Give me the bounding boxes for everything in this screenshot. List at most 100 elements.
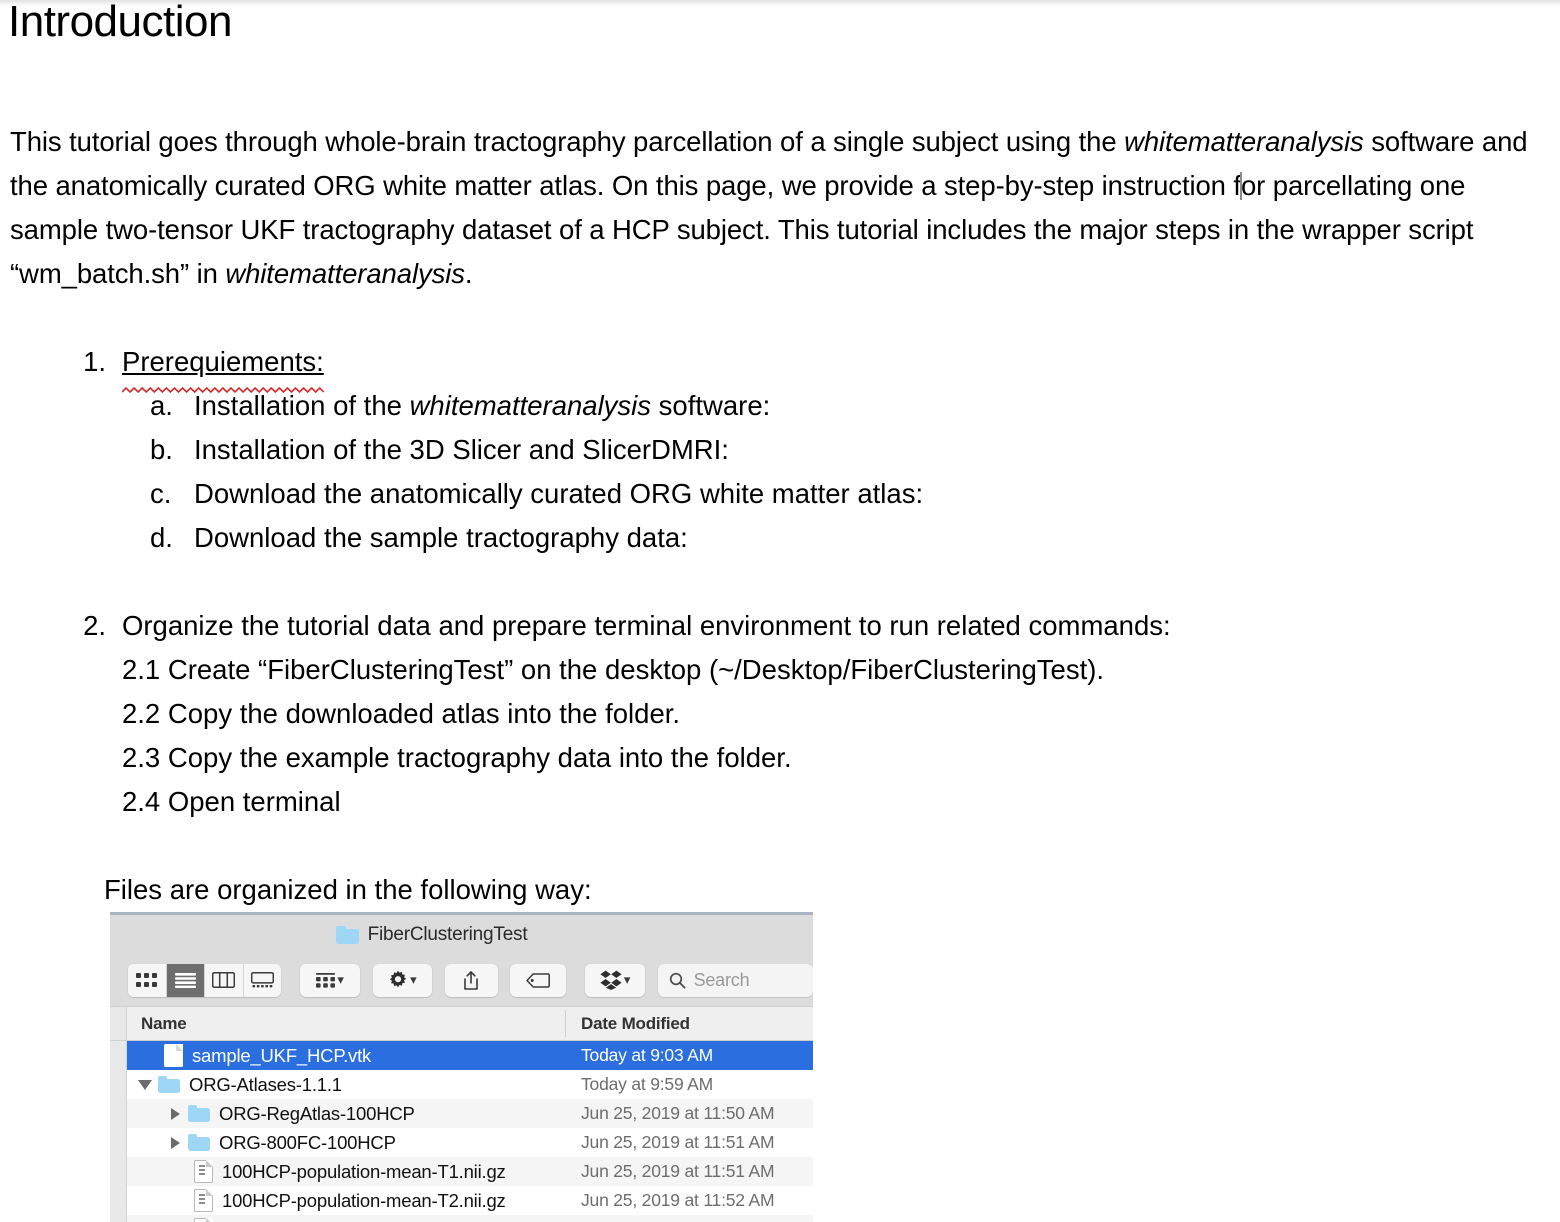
file-name: sample_UKF_HCP.vtk bbox=[192, 1044, 372, 1066]
gz-document-icon bbox=[194, 1189, 213, 1212]
file-row-name-cell: sample_UKF_HCP.vtk bbox=[164, 1041, 371, 1070]
page-title: Introduction bbox=[8, 0, 232, 46]
search-input[interactable]: Search bbox=[657, 963, 813, 997]
icon-view-button[interactable] bbox=[128, 963, 166, 997]
file-name: 100HCP-population-mean-b0.nii.gz bbox=[222, 1219, 505, 1222]
list-item-1: 1. Prerequiements: bbox=[58, 340, 324, 384]
table-row[interactable]: 100HCP-population-mean-b0.nii.gz Jun 25,… bbox=[110, 1215, 813, 1222]
disclosure-triangle-closed[interactable] bbox=[162, 1107, 188, 1120]
step-2-2: 2.2 Copy the downloaded atlas into the f… bbox=[122, 698, 681, 729]
sublist-item-b-letter: b. bbox=[150, 434, 173, 465]
file-date-modified: Jun 25, 2019 at 11:51 AM bbox=[581, 1132, 775, 1152]
file-name: ORG-RegAtlas-100HCP bbox=[219, 1102, 415, 1124]
file-row-name-cell: 100HCP-population-mean-T2.nii.gz bbox=[194, 1186, 506, 1215]
finder-title-group: FiberClusteringTest bbox=[335, 924, 528, 946]
sublist-item-b: b. Installation of the 3D Slicer and Sli… bbox=[150, 428, 923, 472]
table-row[interactable]: sample_UKF_HCP.vtk Today at 9:03 AM bbox=[110, 1041, 813, 1070]
file-list-body: sample_UKF_HCP.vtk Today at 9:03 AM ORG-… bbox=[110, 1041, 813, 1222]
table-row[interactable]: ORG-RegAtlas-100HCP Jun 25, 2019 at 11:5… bbox=[110, 1099, 813, 1128]
action-menu-button[interactable]: ▾ bbox=[372, 963, 433, 997]
search-icon bbox=[669, 972, 686, 989]
list-item-1-label: Prerequiements: bbox=[122, 346, 324, 377]
folder-icon bbox=[188, 1134, 210, 1151]
list-item-2-body: Organize the tutorial data and prepare t… bbox=[122, 604, 1171, 824]
sidebar-strip bbox=[110, 1007, 127, 1040]
file-name: ORG-800FC-100HCP bbox=[219, 1131, 396, 1153]
file-row-name-cell: ORG-RegAtlas-100HCP bbox=[162, 1099, 415, 1128]
share-button[interactable] bbox=[444, 963, 498, 997]
step-2-3: 2.3 Copy the example tractography data i… bbox=[122, 742, 792, 773]
gallery-view-button[interactable] bbox=[243, 963, 282, 997]
sublist-a-italic: whitematteranalysis bbox=[409, 390, 652, 421]
list-view-button[interactable] bbox=[166, 963, 205, 997]
icon-view-icon bbox=[136, 972, 158, 987]
file-row-name-cell: ORG-Atlases-1.1.1 bbox=[132, 1070, 342, 1099]
intro-line-1: This tutorial goes through whole-brain t… bbox=[10, 126, 1117, 157]
list-item-2-number: 2. bbox=[83, 610, 106, 641]
table-row[interactable]: 100HCP-population-mean-T2.nii.gz Jun 25,… bbox=[110, 1186, 813, 1215]
table-row[interactable]: ORG-Atlases-1.1.1 Today at 9:59 AM bbox=[110, 1070, 813, 1099]
intro-paragraph[interactable]: This tutorial goes through whole-brain t… bbox=[10, 120, 1558, 296]
file-name: 100HCP-population-mean-T1.nii.gz bbox=[222, 1160, 506, 1182]
sublist-item-d: d. Download the sample tractography data… bbox=[150, 516, 923, 560]
table-row[interactable]: 100HCP-population-mean-T1.nii.gz Jun 25,… bbox=[110, 1157, 813, 1186]
column-view-button[interactable] bbox=[205, 963, 243, 997]
chevron-down-icon: ▾ bbox=[337, 972, 344, 987]
document-icon bbox=[164, 1044, 183, 1067]
gz-document-icon bbox=[194, 1160, 213, 1183]
column-header-name[interactable]: Name bbox=[127, 1014, 187, 1034]
tags-button[interactable] bbox=[510, 963, 567, 997]
file-row-name-cell: ORG-800FC-100HCP bbox=[162, 1128, 396, 1157]
disclosure-triangle-closed[interactable] bbox=[162, 1136, 188, 1149]
finder-toolbar: ▾ ▾ ▾ Search bbox=[110, 954, 813, 1006]
column-view-icon bbox=[212, 972, 236, 988]
arrange-by-button[interactable]: ▾ bbox=[300, 963, 361, 997]
files-organized-caption: Files are organized in the following way… bbox=[104, 874, 592, 905]
sublist-item-a: a. Installation of the whitematteranalys… bbox=[150, 384, 923, 428]
gallery-view-icon bbox=[250, 972, 274, 988]
file-name: 100HCP-population-mean-T2.nii.gz bbox=[222, 1189, 506, 1211]
arrange-grid-icon bbox=[316, 972, 336, 988]
sidebar-strip bbox=[110, 1041, 127, 1222]
step-2-4: 2.4 Open terminal bbox=[122, 786, 341, 817]
folder-icon bbox=[188, 1105, 210, 1122]
share-icon bbox=[464, 970, 479, 990]
column-header-date-modified[interactable]: Date Modified bbox=[581, 1014, 690, 1034]
sublist-a-after: software: bbox=[651, 390, 771, 421]
prerequiements-misspelled-word: Prerequiements: bbox=[122, 340, 324, 384]
chevron-down-icon: ▾ bbox=[623, 972, 631, 987]
file-name: ORG-Atlases-1.1.1 bbox=[189, 1073, 342, 1095]
sublist-item-a-letter: a. bbox=[150, 390, 173, 421]
step-2-1: 2.1 Create “FiberClusteringTest” on the … bbox=[122, 654, 1105, 685]
list-item-2: 2. Organize the tutorial data and prepar… bbox=[58, 604, 1171, 824]
sublist-item-c: c. Download the anatomically curated ORG… bbox=[150, 472, 923, 516]
scroll-edge-shadow bbox=[0, 0, 1560, 7]
search-placeholder: Search bbox=[693, 969, 750, 990]
disclosure-triangle-open[interactable] bbox=[132, 1079, 158, 1090]
file-date-modified: Jun 25, 2019 at 11:51 AM bbox=[581, 1161, 775, 1181]
intro-line-3a: a step-by-step instruction f bbox=[921, 170, 1241, 201]
sublist-item-c-letter: c. bbox=[150, 478, 172, 509]
gz-document-icon bbox=[194, 1218, 213, 1222]
list-item-1-sublist: a. Installation of the whitematteranalys… bbox=[150, 384, 923, 560]
file-date-modified: Today at 9:59 AM bbox=[581, 1074, 714, 1094]
sublist-item-a-text: Installation of the whitematteranalysis … bbox=[194, 384, 770, 428]
finder-titlebar[interactable]: FiberClusteringTest bbox=[110, 915, 813, 954]
sublist-a-before: Installation of the bbox=[194, 390, 410, 421]
folder-icon bbox=[158, 1076, 180, 1093]
document-page: Introduction This tutorial goes through … bbox=[0, 0, 1560, 1222]
list-item-2-label: Organize the tutorial data and prepare t… bbox=[122, 610, 1171, 641]
sublist-item-d-text: Download the sample tractography data: bbox=[194, 522, 688, 553]
sublist-item-c-text: Download the anatomically curated ORG wh… bbox=[194, 478, 924, 509]
dropbox-icon bbox=[600, 970, 622, 990]
view-mode-segmented-control[interactable] bbox=[128, 963, 282, 997]
list-view-icon bbox=[174, 972, 196, 988]
column-divider[interactable] bbox=[565, 1010, 566, 1037]
tag-icon bbox=[526, 972, 551, 988]
intro-line-4b: . bbox=[464, 258, 473, 289]
file-row-name-cell: 100HCP-population-mean-b0.nii.gz bbox=[194, 1215, 505, 1222]
dropbox-button[interactable]: ▾ bbox=[585, 963, 646, 997]
table-row[interactable]: ORG-800FC-100HCP Jun 25, 2019 at 11:51 A… bbox=[110, 1128, 813, 1157]
file-list-header: Name Date Modified bbox=[110, 1006, 813, 1041]
intro-italic-2: whitematteranalysis bbox=[225, 258, 465, 289]
